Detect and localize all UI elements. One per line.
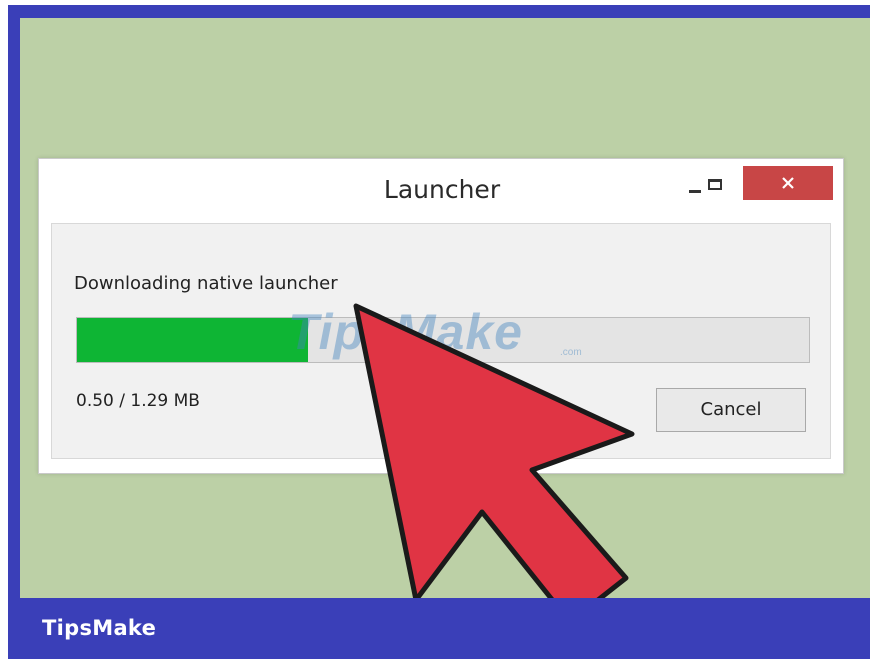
stage: Launcher Downloading native launcher 0.5… bbox=[0, 0, 870, 659]
cursor-arrow-icon bbox=[353, 303, 635, 625]
brand-logo: TipsMake bbox=[42, 616, 157, 640]
